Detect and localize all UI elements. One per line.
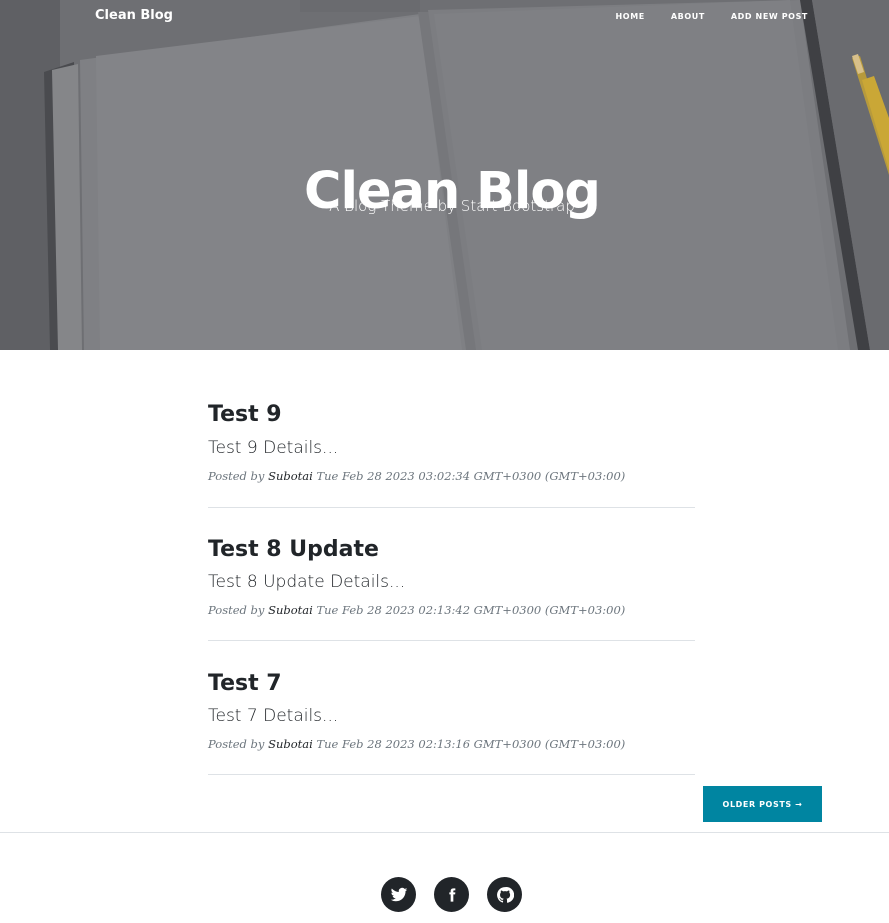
twitter-icon bbox=[390, 887, 407, 901]
navbar-brand[interactable]: Clean Blog bbox=[95, 8, 173, 23]
post-title[interactable]: Test 7 bbox=[208, 671, 282, 696]
github-icon bbox=[496, 886, 514, 903]
nav-link-add-new-post[interactable]: ADD NEW POST bbox=[731, 12, 808, 21]
post-date: Tue Feb 28 2023 02:13:42 GMT+0300 (GMT+0… bbox=[316, 603, 626, 617]
nav-link-about[interactable]: ABOUT bbox=[671, 12, 705, 21]
footer-divider bbox=[0, 832, 889, 833]
page-subtitle: A Blog Theme by Start Bootstrap bbox=[329, 197, 575, 215]
post-author[interactable]: Subotai bbox=[268, 469, 313, 483]
post-date: Tue Feb 28 2023 03:02:34 GMT+0300 (GMT+0… bbox=[316, 469, 626, 483]
hero-header: Clean Blog HOME ABOUT ADD NEW POST Clean… bbox=[0, 0, 889, 350]
nav-links: HOME ABOUT ADD NEW POST bbox=[616, 12, 809, 21]
post-subtitle[interactable]: Test 9 Details... bbox=[208, 438, 338, 458]
post-meta: Posted by Subotai Tue Feb 28 2023 03:02:… bbox=[208, 469, 625, 483]
post-title[interactable]: Test 9 bbox=[208, 402, 282, 427]
post-preview[interactable]: Test 7 Test 7 Details... Posted by Subot… bbox=[208, 641, 695, 775]
post-subtitle[interactable]: Test 7 Details... bbox=[208, 706, 338, 726]
top-navbar: Clean Blog HOME ABOUT ADD NEW POST bbox=[0, 0, 889, 34]
nav-link-home[interactable]: HOME bbox=[616, 12, 645, 21]
post-subtitle[interactable]: Test 8 Update Details... bbox=[208, 572, 405, 592]
post-title[interactable]: Test 8 Update bbox=[208, 537, 379, 562]
twitter-link[interactable] bbox=[381, 877, 416, 912]
github-link[interactable] bbox=[487, 877, 522, 912]
facebook-link[interactable] bbox=[434, 877, 469, 912]
post-author[interactable]: Subotai bbox=[268, 603, 313, 617]
post-author[interactable]: Subotai bbox=[268, 737, 313, 751]
facebook-icon bbox=[448, 887, 455, 902]
older-posts-button[interactable]: OLDER POSTS → bbox=[703, 786, 822, 822]
social-links bbox=[381, 877, 522, 912]
post-preview[interactable]: Test 8 Update Test 8 Update Details... P… bbox=[208, 507, 695, 641]
post-meta: Posted by Subotai Tue Feb 28 2023 02:13:… bbox=[208, 603, 625, 617]
post-meta: Posted by Subotai Tue Feb 28 2023 02:13:… bbox=[208, 737, 625, 751]
posted-by-label: Posted by bbox=[208, 469, 265, 483]
posted-by-label: Posted by bbox=[208, 603, 265, 617]
post-preview[interactable]: Test 9 Test 9 Details... Posted by Subot… bbox=[208, 350, 695, 508]
post-date: Tue Feb 28 2023 02:13:16 GMT+0300 (GMT+0… bbox=[316, 737, 626, 751]
posted-by-label: Posted by bbox=[208, 737, 265, 751]
